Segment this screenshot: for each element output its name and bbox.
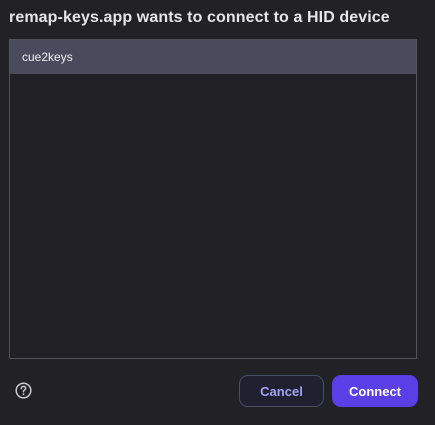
connect-button[interactable]: Connect [332,375,418,407]
hid-device-chooser-dialog: remap-keys.app wants to connect to a HID… [0,0,435,425]
device-list-item[interactable]: cue2keys [10,40,416,74]
device-list[interactable]: cue2keys [9,39,417,359]
dialog-title: remap-keys.app wants to connect to a HID… [9,9,390,26]
question-circle-icon[interactable] [15,382,32,399]
device-item-label: cue2keys [22,50,73,64]
cancel-button[interactable]: Cancel [239,375,324,407]
